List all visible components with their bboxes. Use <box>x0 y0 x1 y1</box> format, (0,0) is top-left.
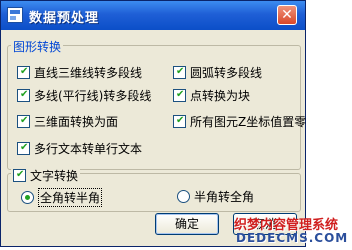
checkbox-label: 三维面转换为面 <box>34 115 119 129</box>
checkbox-mline-to-polyline[interactable]: ✔ 多线(平行线)转多段线 <box>17 87 151 104</box>
checkbox-3dface-to-face[interactable]: ✔ 三维面转换为面 <box>17 113 118 130</box>
checkbox-line3d-to-polyline[interactable]: ✔ 直线三维线转多段线 <box>17 64 142 81</box>
text-conversion-label: 文字转换 <box>30 169 79 183</box>
checkmark-icon: ✔ <box>176 89 185 100</box>
checkbox-box[interactable]: ✔ <box>17 115 30 128</box>
checkbox-label: 所有图元Z坐标值置零 <box>190 115 307 129</box>
window-title: 数据预处理 <box>29 11 100 26</box>
checkmark-icon: ✔ <box>176 66 185 77</box>
checkbox-box[interactable]: ✔ <box>17 89 30 102</box>
title-bar[interactable]: 数据预处理 ✕ <box>1 1 305 30</box>
checkbox-box[interactable]: ✔ <box>173 89 186 102</box>
preprocess-dialog: 数据预处理 ✕ 图形转换 ✔ 直线三维线转多段线 ✔ 圆弧转多段线 ✔ 多线(平… <box>0 0 306 247</box>
radio-full-to-half[interactable]: 全角转半角 <box>21 188 103 207</box>
checkmark-icon: ✔ <box>20 66 29 77</box>
checkmark-icon: ✔ <box>16 169 25 180</box>
radio-label: 半角转全角 <box>194 190 255 204</box>
checkmark-icon: ✔ <box>20 115 29 126</box>
checkbox-text-conversion[interactable]: ✔ 文字转换 <box>11 167 81 184</box>
checkbox-box[interactable]: ✔ <box>17 142 30 155</box>
radio-button[interactable] <box>177 190 190 203</box>
checkbox-label: 直线三维线转多段线 <box>34 66 143 80</box>
checkbox-box[interactable]: ✔ <box>13 169 26 182</box>
checkbox-arc-to-polyline[interactable]: ✔ 圆弧转多段线 <box>173 64 262 81</box>
checkbox-label: 多行文本转单行文本 <box>34 142 143 156</box>
checkbox-box[interactable]: ✔ <box>17 66 30 79</box>
radio-dot-icon <box>25 195 30 200</box>
watermark: 织梦内容管理系统 DEDECMS.COM <box>232 212 352 248</box>
watermark-line2: DEDECMS.COM <box>236 231 349 245</box>
checkmark-icon: ✔ <box>176 115 185 126</box>
radio-button[interactable] <box>21 191 34 204</box>
app-icon <box>7 7 23 23</box>
checkbox-z-to-zero[interactable]: ✔ 所有图元Z坐标值置零 <box>173 113 306 130</box>
radio-half-to-full[interactable]: 半角转全角 <box>177 188 254 205</box>
checkbox-box[interactable]: ✔ <box>173 115 186 128</box>
checkbox-mtext-to-text[interactable]: ✔ 多行文本转单行文本 <box>17 140 142 157</box>
checkmark-icon: ✔ <box>20 142 29 153</box>
radio-label: 全角转半角 <box>38 188 103 207</box>
checkbox-label: 多线(平行线)转多段线 <box>34 89 152 103</box>
checkbox-label: 圆弧转多段线 <box>190 66 263 80</box>
checkmark-icon: ✔ <box>20 89 29 100</box>
checkbox-label: 点转换为块 <box>190 89 251 103</box>
shape-conversion-label: 图形转换 <box>11 38 64 55</box>
ok-button[interactable]: 确定 <box>155 213 219 235</box>
close-button[interactable]: ✕ <box>277 5 297 25</box>
checkbox-box[interactable]: ✔ <box>173 66 186 79</box>
checkbox-point-to-block[interactable]: ✔ 点转换为块 <box>173 87 250 104</box>
